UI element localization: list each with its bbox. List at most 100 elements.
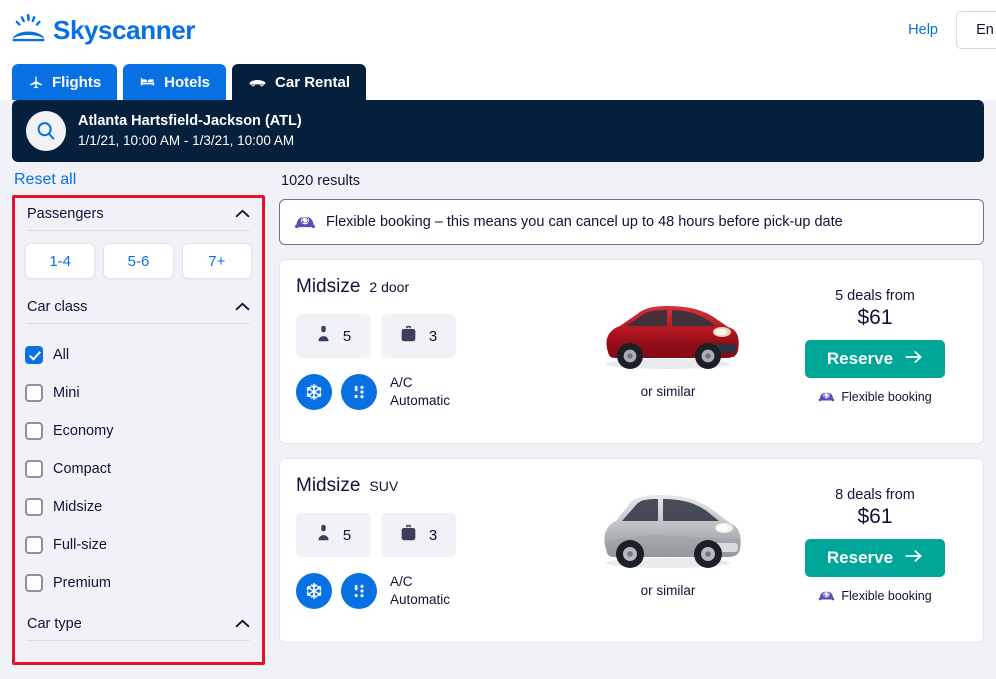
car-card-details: Midsize 2 door 5 3 A/C Automatic (296, 276, 551, 443)
brand-name: Skyscanner (53, 14, 195, 45)
tab-hotels[interactable]: Hotels (123, 64, 227, 100)
car-card-specs: 5 3 (296, 314, 551, 358)
chevron-up-icon[interactable] (235, 616, 250, 632)
tab-hotels-label: Hotels (164, 73, 211, 91)
language-selector[interactable]: En (956, 11, 996, 49)
snowflake-icon (296, 573, 332, 609)
passenger-icon (316, 524, 331, 547)
passenger-options: 1-4 5-6 7+ (25, 231, 252, 291)
filter-panel-highlighted: Passengers 1-4 5-6 7+ Car class All Mini… (12, 195, 265, 665)
car-class-options: All Mini Economy Compact Midsize Full-si… (25, 324, 252, 602)
or-similar-label: or similar (640, 583, 696, 598)
feature-transmission: Automatic (390, 592, 451, 607)
checkbox-checked-icon[interactable] (25, 346, 43, 364)
top-bar-right: Help En (908, 11, 996, 49)
page-body: Reset all Passengers 1-4 5-6 7+ Car clas… (0, 171, 996, 665)
car-class-option-all[interactable]: All (25, 336, 252, 374)
chevron-up-icon[interactable] (235, 299, 250, 315)
checkbox-icon[interactable] (25, 574, 43, 592)
price-value: $61 (857, 306, 893, 329)
flexible-booking-banner: Flexible booking – this means you can ca… (279, 199, 984, 245)
filter-section-passengers-header[interactable]: Passengers (25, 198, 252, 230)
car-card-specs: 5 3 (296, 513, 551, 557)
car-result-card[interactable]: Midsize SUV 5 3 A/C Automatic or similar… (279, 458, 984, 643)
feature-ac: A/C (390, 375, 413, 391)
car-class-label-all: All (53, 347, 70, 363)
car-class-option-premium[interactable]: Premium (25, 564, 252, 602)
flexible-booking-banner-text: Flexible booking – this means you can ca… (326, 214, 843, 230)
filter-section-car-class-header[interactable]: Car class (25, 291, 252, 323)
tab-car-rental[interactable]: Car Rental (232, 64, 367, 100)
gearshift-icon (341, 573, 377, 609)
bags-count: 3 (428, 327, 438, 345)
price-value: $61 (857, 505, 893, 528)
arrow-right-icon (905, 548, 923, 568)
car-card-features: A/C Automatic (296, 573, 551, 609)
checkbox-icon[interactable] (25, 498, 43, 516)
passenger-option-5-6[interactable]: 5-6 (103, 243, 174, 279)
reserve-button-label: Reserve (826, 548, 894, 567)
filter-car-type-title: Car type (27, 616, 82, 632)
passenger-option-7-plus[interactable]: 7+ (181, 243, 252, 279)
checkbox-icon[interactable] (25, 536, 43, 554)
search-summary-text: Atlanta Hartsfield-Jackson (ATL) 1/1/21,… (78, 112, 302, 150)
bags-spec: 3 (381, 513, 456, 557)
passenger-icon (316, 325, 331, 348)
car-class-option-midsize[interactable]: Midsize (25, 488, 252, 526)
flexible-booking-note: Flexible booking (818, 587, 932, 604)
tab-flights[interactable]: Flights (12, 64, 118, 100)
car-class-label-economy: Economy (53, 423, 114, 439)
car-card-feature-text: A/C Automatic (390, 374, 450, 410)
reserve-button[interactable]: Reserve (805, 340, 945, 378)
suitcase-icon (400, 325, 417, 348)
passenger-option-1-4[interactable]: 1-4 (25, 243, 96, 279)
page-root: Skyscanner Help En Flights Hotels Car Re… (0, 0, 996, 679)
flexible-booking-car-icon (818, 388, 835, 405)
sunrise-logo-icon (12, 13, 46, 47)
seats-count: 5 (342, 327, 352, 345)
car-card-subtitle: 2 door (369, 279, 410, 295)
car-class-option-compact[interactable]: Compact (25, 450, 252, 488)
flexible-booking-note-label: Flexible booking (841, 389, 932, 404)
car-icon (248, 75, 267, 89)
car-class-label-midsize: Midsize (53, 499, 103, 515)
brand-logo[interactable]: Skyscanner (12, 13, 195, 47)
car-class-option-full-size[interactable]: Full-size (25, 526, 252, 564)
bags-spec: 3 (381, 314, 456, 358)
top-bar: Skyscanner Help En (0, 0, 996, 60)
car-result-card[interactable]: Midsize 2 door 5 3 A/C Automatic or simi… (279, 259, 984, 444)
help-link[interactable]: Help (908, 22, 938, 38)
filter-section-car-type-header[interactable]: Car type (25, 608, 252, 640)
deals-count-label: 5 deals from (835, 288, 915, 304)
tab-car-rental-label: Car Rental (275, 73, 351, 91)
gearshift-icon (341, 374, 377, 410)
search-summary-bar[interactable]: Atlanta Hartsfield-Jackson (ATL) 1/1/21,… (12, 100, 984, 162)
car-card-details: Midsize SUV 5 3 A/C Automatic (296, 475, 551, 642)
reserve-button-label: Reserve (826, 349, 894, 368)
car-class-label-mini: Mini (53, 385, 80, 401)
feature-transmission: Automatic (390, 393, 451, 408)
bags-count: 3 (428, 526, 438, 544)
car-card-subtitle: SUV (369, 478, 399, 494)
filter-passengers-title: Passengers (27, 206, 104, 222)
results-column: 1020 results Flexible booking – this mea… (265, 171, 984, 665)
flexible-booking-car-icon (818, 587, 835, 604)
arrow-right-icon (905, 349, 923, 369)
car-card-title-row: Midsize SUV (296, 475, 551, 497)
checkbox-icon[interactable] (25, 422, 43, 440)
checkbox-icon[interactable] (25, 460, 43, 478)
car-class-option-economy[interactable]: Economy (25, 412, 252, 450)
car-card-title: Midsize (296, 276, 361, 297)
red-sedan-image (588, 282, 748, 380)
chevron-up-icon[interactable] (235, 206, 250, 222)
reserve-button[interactable]: Reserve (805, 539, 945, 577)
checkbox-icon[interactable] (25, 384, 43, 402)
car-card-title-row: Midsize 2 door (296, 276, 551, 298)
reset-all-link[interactable]: Reset all (12, 171, 265, 195)
car-class-option-mini[interactable]: Mini (25, 374, 252, 412)
filter-car-class-title: Car class (27, 299, 88, 315)
silver-suv-image (588, 481, 748, 579)
deals-count-label: 8 deals from (835, 487, 915, 503)
or-similar-label: or similar (640, 384, 696, 399)
flexible-booking-note: Flexible booking (818, 388, 932, 405)
